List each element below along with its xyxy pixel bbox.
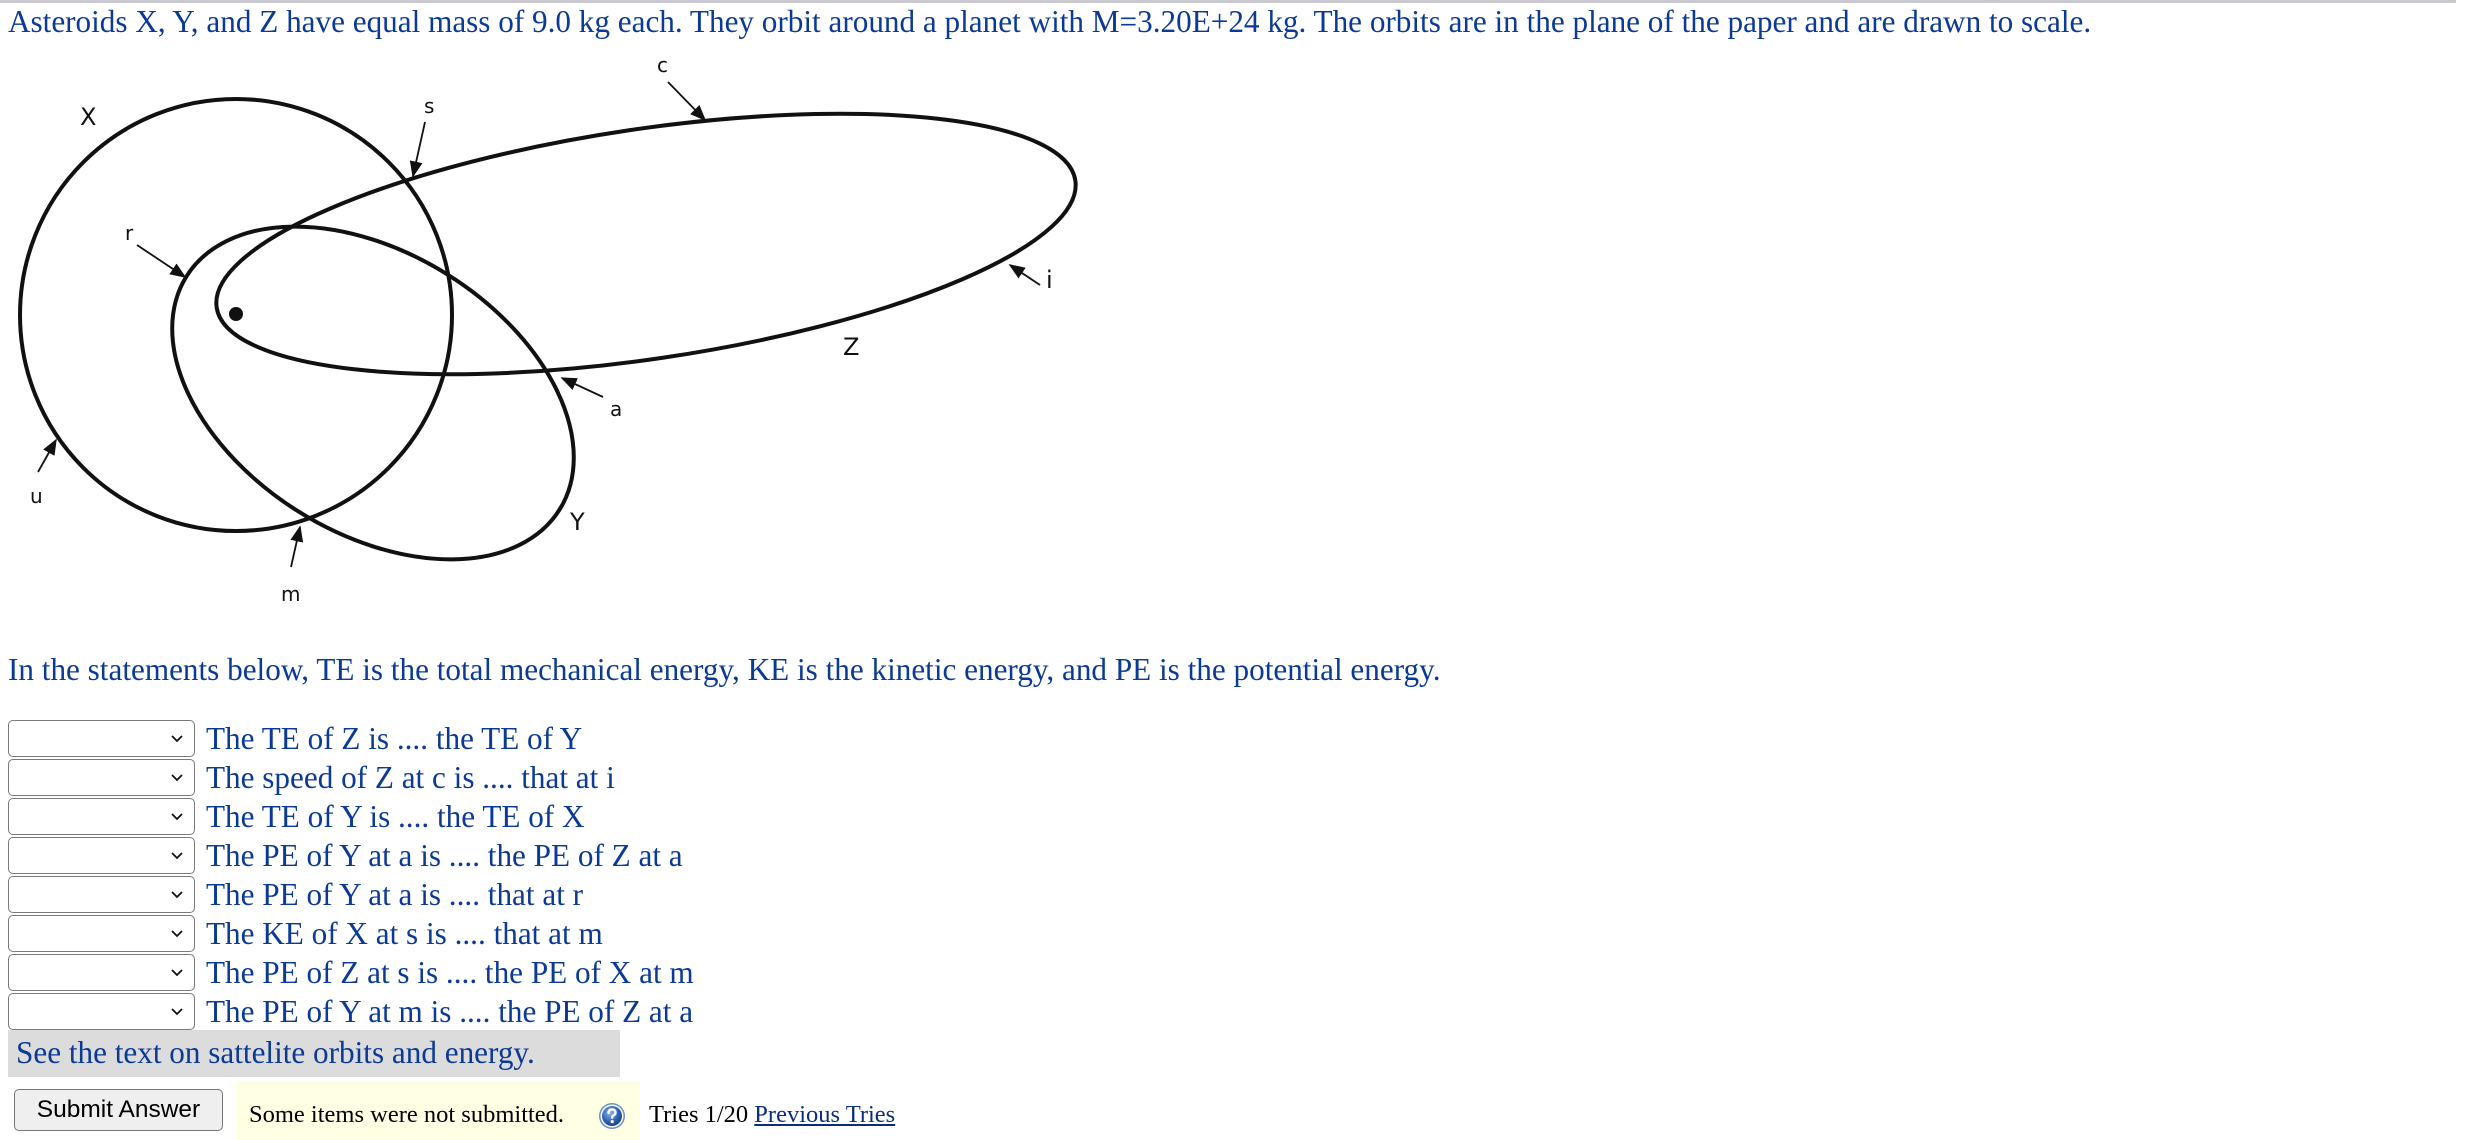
label-point-r: r	[125, 221, 134, 245]
statement-row: The PE of Y at a is .... the PE of Z at …	[8, 836, 694, 875]
answer-select[interactable]	[8, 993, 195, 1030]
statement-text: The PE of Y at a is .... the PE of Z at …	[206, 838, 683, 873]
orbit-z	[214, 111, 1078, 377]
statement-text: The TE of Z is .... the TE of Y	[206, 721, 583, 756]
answer-select[interactable]	[8, 837, 195, 874]
label-point-m: m	[281, 582, 300, 606]
answer-select[interactable]	[8, 720, 195, 757]
problem-intro: Asteroids X, Y, and Z have equal mass of…	[8, 4, 2092, 39]
arrow-u	[37, 438, 57, 473]
answer-select[interactable]	[8, 876, 195, 913]
chevron-down-icon	[171, 735, 183, 743]
status-note: Some items were not submitted.	[249, 1101, 565, 1128]
label-point-u: u	[30, 484, 43, 508]
help-question-icon[interactable]	[598, 1102, 626, 1130]
statement-row: The speed of Z at c is .... that at i	[8, 758, 694, 797]
orbit-y	[170, 224, 576, 562]
label-point-a: a	[610, 397, 622, 421]
energy-definitions: In the statements below, TE is the total…	[8, 652, 1441, 687]
arrow-a	[560, 377, 604, 398]
arrow-c	[667, 81, 707, 122]
statement-row: The PE of Z at s is .... the PE of X at …	[8, 953, 694, 992]
previous-tries-link[interactable]: Previous Tries	[754, 1101, 895, 1128]
answer-select[interactable]	[8, 759, 195, 796]
chevron-down-icon	[171, 969, 183, 977]
statement-row: The PE of Y at m is .... the PE of Z at …	[8, 992, 694, 1031]
statement-text: The TE of Y is .... the TE of X	[206, 799, 585, 834]
answer-select[interactable]	[8, 798, 195, 835]
arrow-m	[290, 525, 304, 568]
statement-text: The speed of Z at c is .... that at i	[206, 760, 615, 795]
label-point-i: i	[1046, 266, 1053, 294]
orbit-diagram-svg: X Y Z c s r i a u m	[18, 53, 1078, 606]
statement-row: The KE of X at s is .... that at m	[8, 914, 694, 953]
arrow-s	[409, 121, 426, 178]
answer-select[interactable]	[8, 954, 195, 991]
label-orbit-z: Z	[843, 333, 859, 361]
statement-row: The TE of Y is .... the TE of X	[8, 797, 694, 836]
tries-info: Tries 1/20 Previous Tries	[649, 1097, 895, 1133]
label-point-s: s	[424, 94, 434, 118]
chevron-down-icon	[171, 1008, 183, 1016]
statement-text: The PE of Y at a is .... that at r	[206, 877, 584, 912]
tries-count: Tries 1/20	[649, 1101, 749, 1128]
label-point-c: c	[657, 53, 668, 77]
hint-text: See the text on sattelite orbits and ene…	[8, 1030, 620, 1077]
answer-select[interactable]	[8, 915, 195, 952]
chevron-down-icon	[171, 930, 183, 938]
chevron-down-icon	[171, 813, 183, 821]
label-orbit-x: X	[80, 103, 96, 131]
statement-text: The KE of X at s is .... that at m	[206, 916, 603, 951]
arrow-r	[136, 244, 187, 278]
label-orbit-y: Y	[569, 508, 585, 536]
orbit-diagram: X Y Z c s r i a u m	[0, 40, 1120, 620]
planet-dot	[229, 307, 243, 321]
statement-row: The PE of Y at a is .... that at r	[8, 875, 694, 914]
statement-text: The PE of Z at s is .... the PE of X at …	[206, 955, 694, 990]
statement-list: The TE of Z is .... the TE of Y The spee…	[8, 719, 694, 1031]
statement-text: The PE of Y at m is .... the PE of Z at …	[206, 994, 694, 1029]
chevron-down-icon	[171, 774, 183, 782]
chevron-down-icon	[171, 852, 183, 860]
chevron-down-icon	[171, 891, 183, 899]
submit-answer-button[interactable]: Submit Answer	[14, 1089, 223, 1131]
statement-row: The TE of Z is .... the TE of Y	[8, 719, 694, 758]
arrow-i	[1008, 264, 1041, 286]
